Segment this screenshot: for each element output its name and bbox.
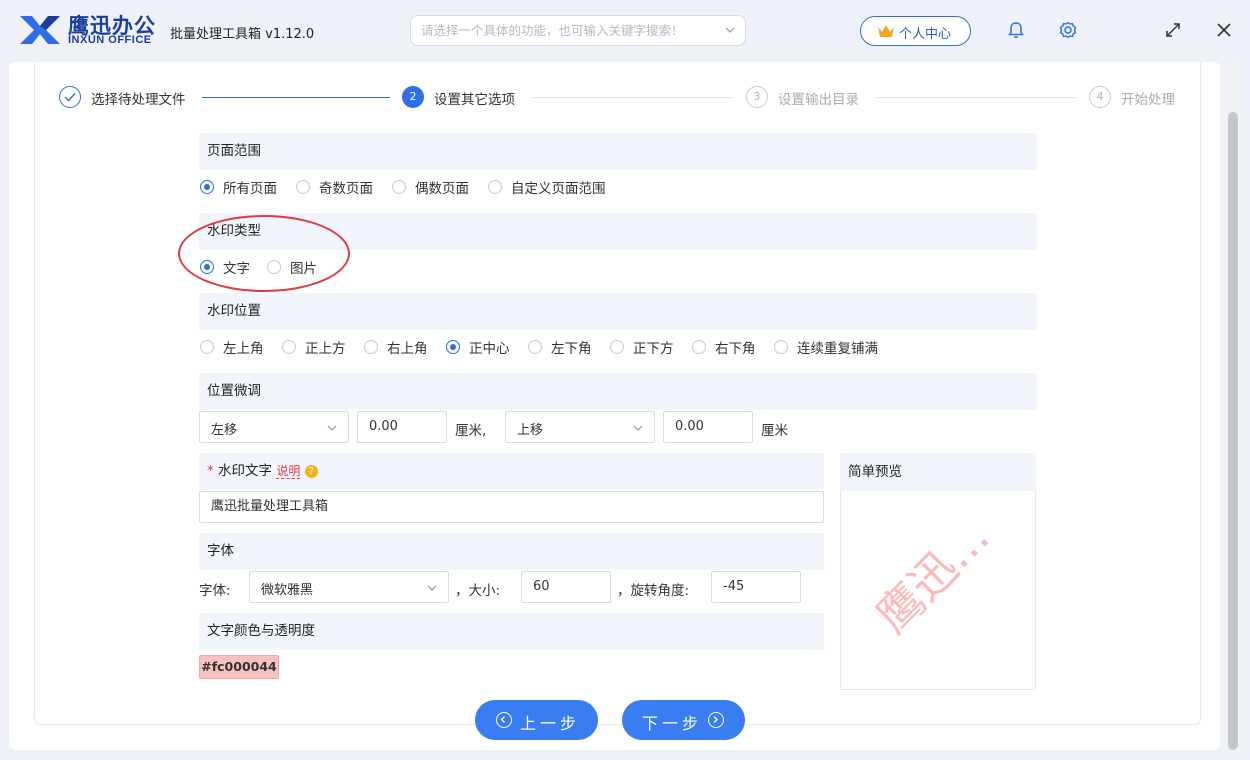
watermark-text-title: 水印文字 <box>218 463 273 479</box>
preview-area: 鹰迅... <box>840 491 1036 690</box>
radio-bottom-left[interactable] <box>528 340 542 354</box>
radio-label[interactable]: 右下角 <box>715 337 756 357</box>
radio-all-pages[interactable] <box>200 180 214 194</box>
step-connector <box>876 97 1076 98</box>
radio-tile-repeat[interactable] <box>774 340 788 354</box>
vertical-offset-input[interactable]: 0.00 <box>663 411 753 443</box>
radio-custom-range[interactable] <box>488 180 502 194</box>
maximize-icon[interactable] <box>1163 20 1183 40</box>
step-4-number: 4 <box>1089 86 1111 108</box>
gear-icon[interactable] <box>1058 20 1078 40</box>
chevron-down-icon <box>633 425 643 431</box>
user-center-button[interactable]: 个人中心 <box>860 16 971 46</box>
font-header: 字体 <box>199 533 824 570</box>
radio-label[interactable]: 右上角 <box>387 337 428 357</box>
radio-label[interactable]: 自定义页面范围 <box>511 177 606 197</box>
horizontal-offset-input[interactable]: 0.00 <box>357 411 447 443</box>
select-value: 左移 <box>211 423 238 438</box>
radio-top-center[interactable] <box>282 340 296 354</box>
brand-name-en: INXUN OFFICE <box>68 34 152 46</box>
vertical-direction-select[interactable]: 上移 <box>505 411 655 443</box>
radio-label[interactable]: 连续重复铺满 <box>797 337 878 357</box>
radio-label[interactable]: 正上方 <box>305 337 346 357</box>
radio-label[interactable]: 正下方 <box>633 337 674 357</box>
size-label: ，大小: <box>455 583 501 599</box>
help-icon[interactable]: ? <box>304 464 318 478</box>
color-picker[interactable]: #fc000044 <box>199 655 279 679</box>
watermark-text-input[interactable]: 鹰迅批量处理工具箱 <box>199 491 824 523</box>
app-logo-icon <box>20 16 60 44</box>
prev-step-label: 上一步 <box>520 714 581 733</box>
chevron-right-icon <box>708 712 724 728</box>
app-title: 批量处理工具箱 v1.12.0 <box>170 27 315 42</box>
step-connector <box>533 97 733 98</box>
color-header: 文字颜色与透明度 <box>199 613 824 650</box>
radio-top-right[interactable] <box>364 340 378 354</box>
page-range-header: 页面范围 <box>199 133 1037 170</box>
watermark-position-header: 水印位置 <box>199 293 1037 330</box>
step-2-number: 2 <box>402 86 424 108</box>
help-link[interactable]: 说明 <box>276 464 301 479</box>
rotate-label: ，旋转角度: <box>617 583 690 599</box>
radio-label[interactable]: 所有页面 <box>223 177 277 197</box>
radio-even-pages[interactable] <box>392 180 406 194</box>
bell-icon[interactable] <box>1006 20 1026 40</box>
step-4-label: 开始处理 <box>1121 92 1175 108</box>
select-value: 微软雅黑 <box>261 583 314 598</box>
step-3-number: 3 <box>746 86 768 108</box>
radio-bottom-center[interactable] <box>610 340 624 354</box>
radio-label[interactable]: 左下角 <box>551 337 592 357</box>
search-box[interactable] <box>410 15 746 46</box>
chevron-down-icon <box>327 425 337 431</box>
fine-tune-header: 位置微调 <box>199 373 1037 410</box>
unit-label: 厘米, <box>455 423 487 439</box>
next-step-label: 下一步 <box>642 714 703 733</box>
user-center-label: 个人中心 <box>899 27 952 42</box>
required-mark: * <box>207 463 214 479</box>
step-1-label: 选择待处理文件 <box>91 92 186 108</box>
chevron-down-icon <box>427 585 437 591</box>
search-input[interactable] <box>421 16 711 45</box>
chevron-left-icon <box>496 712 512 728</box>
step-1-done-icon <box>59 86 81 108</box>
font-size-input[interactable]: 60 <box>521 571 611 603</box>
unit-label: 厘米 <box>761 423 788 439</box>
radio-odd-pages[interactable] <box>296 180 310 194</box>
prev-step-button[interactable]: 上一步 <box>475 700 598 740</box>
scrollbar-thumb[interactable] <box>1228 112 1238 750</box>
watermark-text-header: * 水印文字 说明 ? <box>199 453 824 490</box>
radio-top-left[interactable] <box>200 340 214 354</box>
chevron-down-icon[interactable] <box>724 24 736 36</box>
radio-label[interactable]: 正中心 <box>469 337 510 357</box>
radio-label[interactable]: 奇数页面 <box>319 177 373 197</box>
watermark-position-options: 左上角 正上方 右上角 正中心 左下角 正下方 右下角 连续重复铺满 <box>199 337 919 357</box>
step-3-label: 设置输出目录 <box>778 92 859 108</box>
radio-label[interactable]: 左上角 <box>223 337 264 357</box>
page-range-options: 所有页面 奇数页面 偶数页面 自定义页面范围 <box>199 177 699 197</box>
radio-label[interactable]: 偶数页面 <box>415 177 469 197</box>
title-bar: 鹰迅办公 INXUN OFFICE 批量处理工具箱 v1.12.0 个人中心 <box>0 0 1250 62</box>
next-step-button[interactable]: 下一步 <box>622 700 745 740</box>
radio-bottom-right[interactable] <box>692 340 706 354</box>
font-family-select[interactable]: 微软雅黑 <box>249 571 449 603</box>
watermark-preview-text: 鹰迅... <box>865 509 1000 644</box>
highlight-ellipse <box>178 215 350 292</box>
radio-center[interactable] <box>446 340 460 354</box>
close-icon[interactable] <box>1214 20 1234 40</box>
horizontal-direction-select[interactable]: 左移 <box>199 411 349 443</box>
preview-header: 简单预览 <box>840 453 1036 491</box>
step-connector <box>202 97 390 98</box>
font-label: 字体: <box>199 583 231 599</box>
crown-icon <box>878 25 894 37</box>
rotation-input[interactable]: -45 <box>711 571 801 603</box>
select-value: 上移 <box>517 423 544 438</box>
step-2-label: 设置其它选项 <box>434 92 515 108</box>
